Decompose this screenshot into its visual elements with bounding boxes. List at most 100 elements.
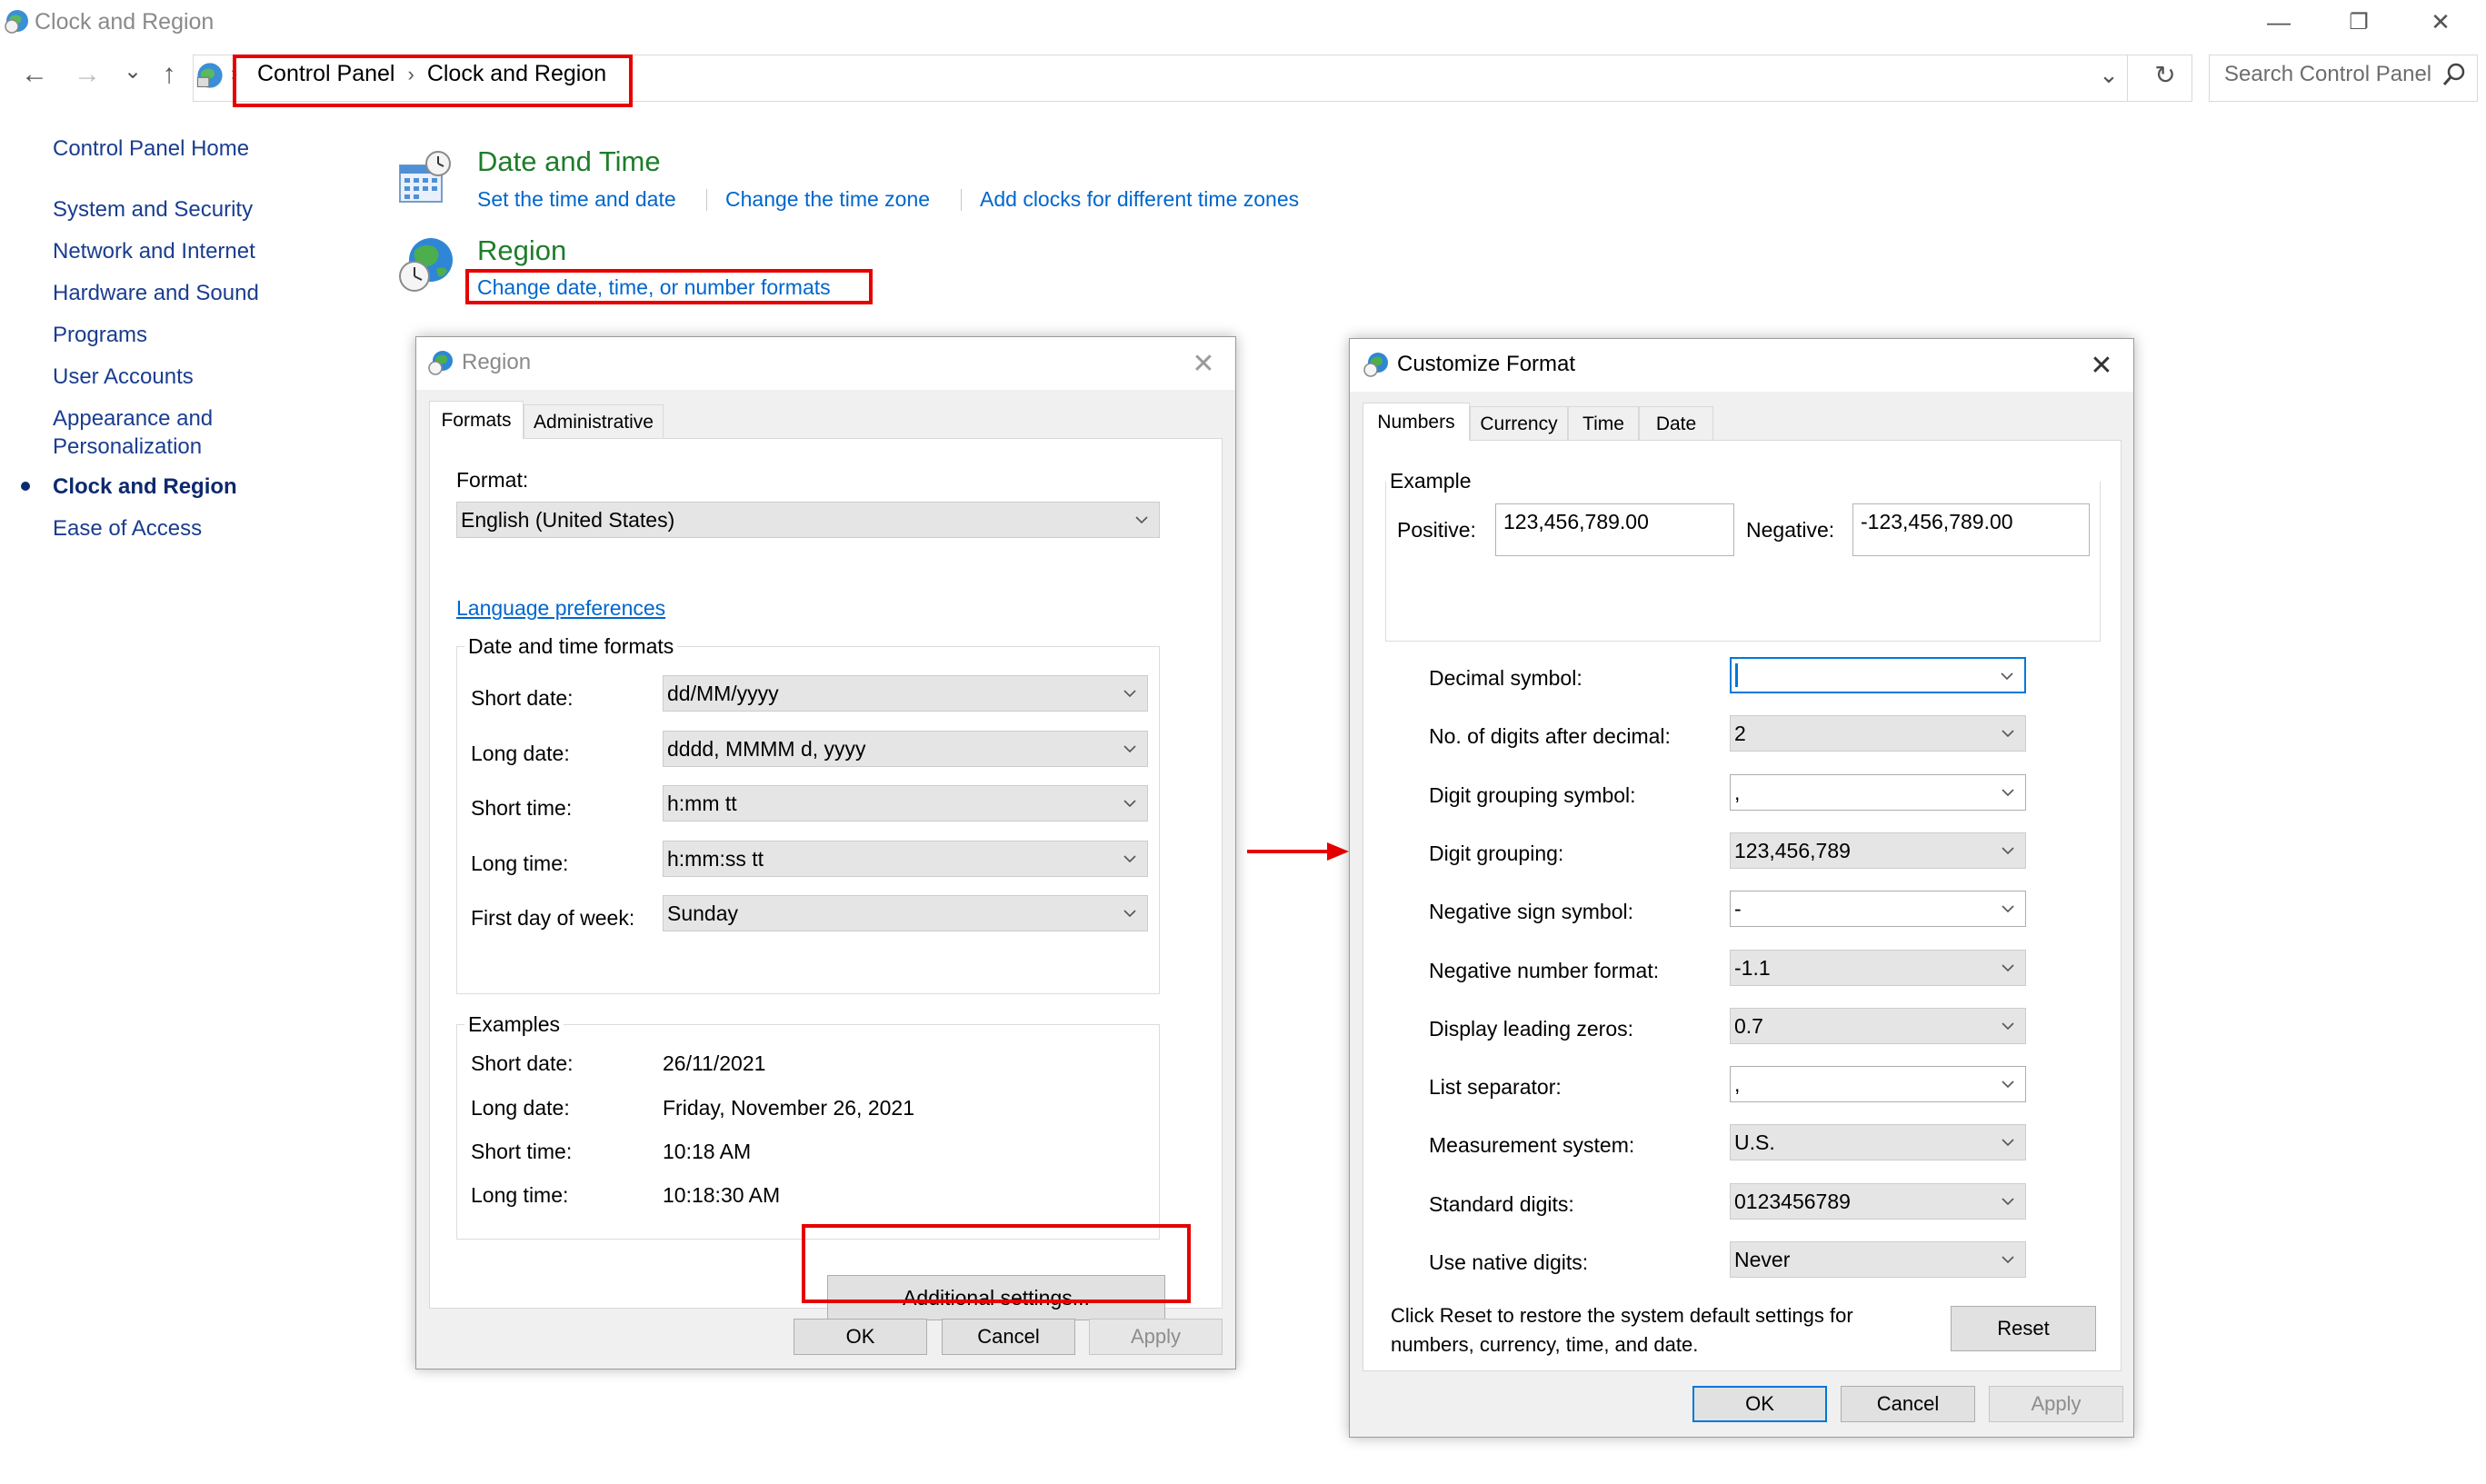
tab-administrative[interactable]: Administrative (524, 404, 664, 439)
leading-zeros-select[interactable]: 0.7 (1730, 1008, 2026, 1044)
long-date-select[interactable]: dddd, MMMM d, yyyy (663, 731, 1148, 767)
chevron-down-icon (2002, 789, 2014, 797)
tab-time[interactable]: Time (1568, 406, 1639, 441)
negative-number-format-select[interactable]: -1.1 (1730, 950, 2026, 986)
search-icon[interactable] (2441, 62, 2467, 87)
sidebar-item-user-accounts[interactable]: User Accounts (53, 363, 194, 391)
address-dropdown-button[interactable]: ⌄ (2091, 56, 2127, 93)
format-select[interactable]: English (United States) (456, 502, 1160, 538)
region-dialog-title: Region (462, 350, 532, 374)
negative-sign-symbol-value: - (1734, 896, 1742, 921)
short-date-value: dd/MM/yyyy (667, 681, 779, 705)
calendar-clock-icon (399, 151, 451, 203)
digit-grouping-select[interactable]: 123,456,789 (1730, 832, 2026, 869)
link-separator (961, 189, 962, 211)
list-separator-select[interactable]: , (1730, 1066, 2026, 1102)
customize-dialog-close-button[interactable]: ✕ (2079, 344, 2124, 386)
active-indicator (21, 482, 30, 491)
standard-digits-select[interactable]: 0123456789 (1730, 1183, 2026, 1220)
link-separator (706, 189, 707, 211)
language-preferences-link[interactable]: Language preferences (456, 596, 665, 621)
search-placeholder: Search Control Panel (2224, 62, 2432, 86)
date-time-formats-group: Date and time formats Short date: dd/MM/… (456, 634, 1160, 994)
negative-example-field: -123,456,789.00 (1852, 503, 2090, 556)
reset-button[interactable]: Reset (1951, 1306, 2096, 1351)
positive-example-field: 123,456,789.00 (1495, 503, 1734, 556)
measurement-system-label: Measurement system: (1429, 1133, 1635, 1157)
tab-formats[interactable]: Formats (429, 401, 524, 439)
short-time-label: Short time: (471, 796, 573, 820)
up-button[interactable]: ↑ (151, 56, 187, 93)
negative-sign-symbol-select[interactable]: - (1730, 891, 2026, 927)
restore-button[interactable]: ❐ (2327, 0, 2391, 44)
first-day-select[interactable]: Sunday (663, 895, 1148, 931)
region-dialog-close-button[interactable]: ✕ (1181, 343, 1226, 384)
window-title: Clock and Region (35, 9, 215, 35)
digits-after-decimal-value: 2 (1734, 721, 1746, 745)
short-date-label: Short date: (471, 686, 574, 710)
sidebar-item-network-internet[interactable]: Network and Internet (53, 237, 255, 265)
digits-after-decimal-select[interactable]: 2 (1730, 715, 2026, 752)
example-long-date-value: Friday, November 26, 2021 (663, 1096, 914, 1120)
leading-zeros-value: 0.7 (1734, 1013, 1763, 1038)
positive-label: Positive: (1397, 518, 1476, 542)
set-time-date-link[interactable]: Set the time and date (477, 187, 676, 212)
add-clocks-link[interactable]: Add clocks for different time zones (980, 187, 1299, 212)
customize-apply-button[interactable]: Apply (1989, 1386, 2123, 1422)
standard-digits-label: Standard digits: (1429, 1192, 1574, 1216)
measurement-system-value: U.S. (1734, 1130, 1775, 1154)
minimize-button[interactable]: — (2247, 0, 2311, 44)
short-time-select[interactable]: h:mm tt (663, 785, 1148, 822)
long-date-value: dddd, MMMM d, yyyy (667, 736, 866, 761)
sidebar-item-programs[interactable]: Programs (53, 321, 147, 349)
clock-region-icon (5, 10, 28, 34)
tab-date[interactable]: Date (1639, 406, 1713, 441)
text-cursor (1735, 663, 1738, 687)
chevron-down-icon (2002, 1198, 2014, 1206)
example-short-date-label: Short date: (471, 1051, 574, 1075)
change-time-zone-link[interactable]: Change the time zone (725, 187, 930, 212)
customize-format-dialog: Customize Format ✕ Numbers Currency Time… (1349, 338, 2134, 1438)
customize-cancel-button[interactable]: Cancel (1841, 1386, 1975, 1422)
region-apply-button[interactable]: Apply (1089, 1319, 1223, 1355)
sidebar-item-control-panel-home[interactable]: Control Panel Home (53, 134, 249, 163)
reset-description: Click Reset to restore the system defaul… (1391, 1304, 1853, 1356)
sidebar-item-clock-region[interactable]: Clock and Region (53, 473, 237, 501)
customize-ok-button[interactable]: OK (1692, 1386, 1827, 1422)
sidebar-item-system-security[interactable]: System and Security (53, 195, 253, 224)
region-heading[interactable]: Region (477, 234, 566, 267)
forward-button[interactable]: → (69, 56, 105, 93)
list-separator-value: , (1734, 1071, 1741, 1096)
chevron-down-icon (2002, 1256, 2014, 1264)
highlight-additional-settings (802, 1224, 1191, 1303)
long-time-select[interactable]: h:mm:ss tt (663, 841, 1148, 877)
close-window-button[interactable]: ✕ (2409, 0, 2472, 44)
chevron-down-icon (2002, 1081, 2014, 1089)
decimal-symbol-select[interactable] (1730, 657, 2026, 693)
date-time-formats-label: Date and time formats (464, 634, 678, 659)
back-button[interactable]: ← (16, 56, 53, 93)
negative-sign-symbol-label: Negative sign symbol: (1429, 900, 1633, 923)
short-date-select[interactable]: dd/MM/yyyy (663, 675, 1148, 712)
numbers-panel: Example Positive: 123,456,789.00 Negativ… (1363, 440, 2122, 1371)
sidebar-item-hardware-sound[interactable]: Hardware and Sound (53, 279, 259, 307)
region-ok-button[interactable]: OK (794, 1319, 927, 1355)
chevron-down-icon (1123, 800, 1136, 808)
sidebar-item-appearance[interactable]: Appearance and Personalization (53, 404, 213, 461)
recent-locations-button[interactable]: ⌄ (115, 53, 151, 89)
measurement-system-select[interactable]: U.S. (1730, 1124, 2026, 1160)
customize-dialog-icon (1363, 353, 1388, 377)
refresh-button[interactable]: ↻ (2147, 56, 2183, 93)
region-dialog-icon (428, 351, 453, 375)
tab-numbers[interactable]: Numbers (1363, 403, 1470, 441)
digits-after-decimal-label: No. of digits after decimal: (1429, 724, 1671, 748)
date-time-heading[interactable]: Date and Time (477, 145, 661, 178)
chevron-down-icon (2001, 672, 2013, 681)
sidebar-item-ease-of-access[interactable]: Ease of Access (53, 514, 202, 543)
tab-currency[interactable]: Currency (1470, 406, 1568, 441)
chevron-down-icon (2002, 1022, 2014, 1031)
native-digits-select[interactable]: Never (1730, 1241, 2026, 1278)
digit-grouping-symbol-select[interactable]: , (1730, 774, 2026, 811)
region-cancel-button[interactable]: Cancel (942, 1319, 1075, 1355)
arrow-right-icon (1247, 842, 1349, 861)
